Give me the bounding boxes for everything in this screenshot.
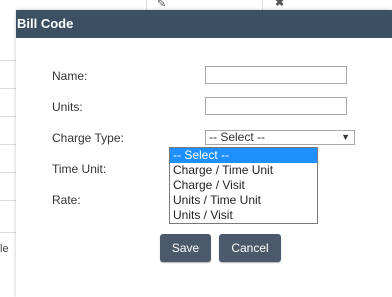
save-button[interactable]: Save: [160, 234, 211, 262]
dropdown-option[interactable]: Units / Time Unit: [170, 193, 317, 208]
name-label: Name:: [52, 69, 88, 83]
table-row-divider: [0, 144, 16, 145]
edit-icon[interactable]: ✎: [157, 0, 166, 10]
charge-type-dropdown-list[interactable]: -- Select -- Charge / Time Unit Charge /…: [169, 147, 318, 224]
dialog-title: Bill Code: [16, 10, 392, 38]
chevron-down-icon: ▼: [341, 132, 350, 142]
dropdown-option[interactable]: Charge / Time Unit: [170, 163, 317, 178]
time-unit-label: Time Unit:: [52, 162, 107, 176]
table-row-divider: [0, 172, 16, 173]
dropdown-option[interactable]: Charge / Visit: [170, 178, 317, 193]
charge-type-label: Charge Type:: [52, 131, 124, 145]
table-row-divider: [0, 60, 16, 61]
table-row-divider: [0, 232, 16, 233]
name-field[interactable]: [205, 66, 347, 84]
table-row-divider: [0, 200, 16, 201]
table-row-fragment-text: le: [0, 243, 9, 255]
delete-icon[interactable]: ✖: [275, 0, 284, 9]
dropdown-option[interactable]: Units / Visit: [170, 208, 317, 223]
units-label: Units:: [52, 100, 83, 114]
table-row-divider: [0, 116, 16, 117]
table-column-divider: [262, 0, 263, 10]
charge-type-selected-value: -- Select --: [209, 130, 266, 144]
units-field[interactable]: [205, 97, 347, 115]
cancel-button[interactable]: Cancel: [219, 234, 281, 262]
table-column-divider: [146, 0, 147, 10]
charge-type-select[interactable]: -- Select -- ▼: [205, 130, 355, 145]
bill-code-dialog: Bill Code Name: Units: Charge Type: -- S…: [16, 10, 392, 297]
dropdown-option[interactable]: -- Select --: [170, 148, 317, 163]
table-row-divider: [0, 88, 16, 89]
rate-label: Rate:: [52, 193, 81, 207]
